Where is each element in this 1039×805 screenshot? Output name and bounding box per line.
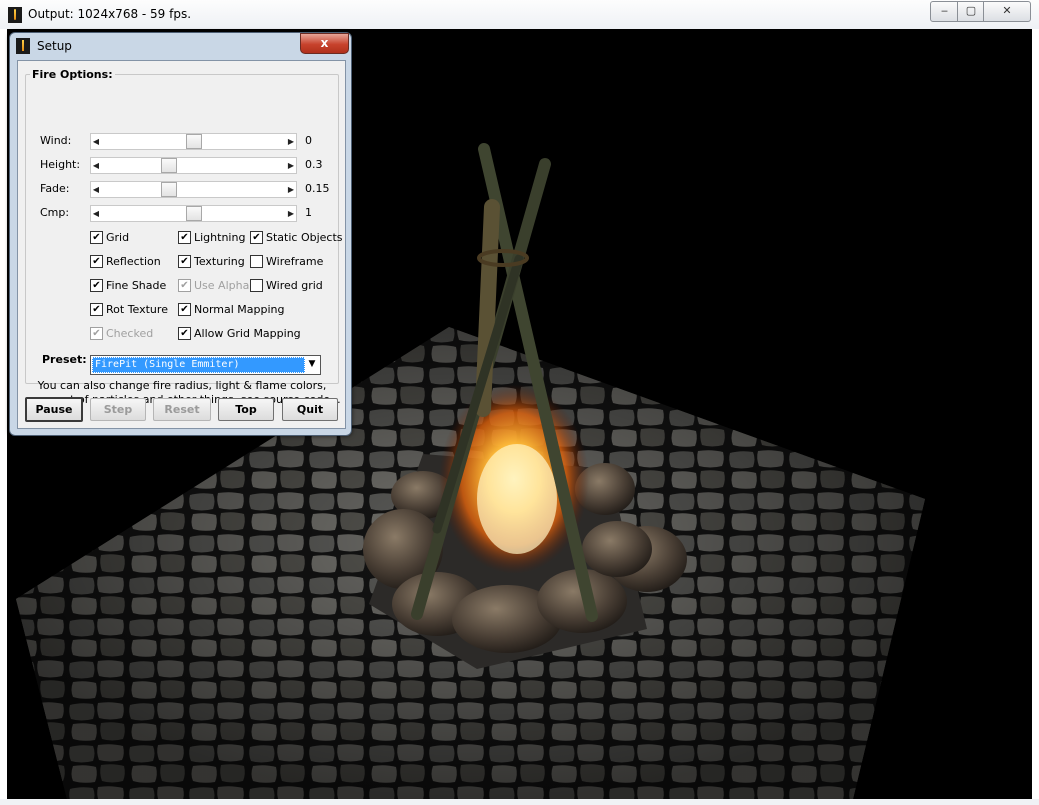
setup-dialog: Setup x Fire Options: Wind: ◀ ▶ 0 Height… bbox=[9, 32, 352, 436]
slider-left-arrow-icon[interactable]: ◀ bbox=[91, 206, 101, 221]
slider-thumb[interactable] bbox=[186, 206, 202, 221]
app-icon bbox=[8, 7, 22, 23]
slider-right-arrow-icon[interactable]: ▶ bbox=[286, 134, 296, 149]
height-label: Height: bbox=[40, 158, 81, 171]
checkmark-icon[interactable]: ✔ bbox=[90, 255, 103, 268]
top-button[interactable]: Top bbox=[218, 398, 274, 421]
fade-slider[interactable]: ◀ ▶ bbox=[90, 181, 297, 198]
cmp-value: 1 bbox=[305, 206, 312, 219]
fade-value: 0.15 bbox=[305, 182, 330, 195]
slider-track[interactable] bbox=[103, 134, 284, 149]
slider-left-arrow-icon[interactable]: ◀ bbox=[91, 134, 101, 149]
close-button[interactable]: ✕ bbox=[983, 1, 1031, 22]
checkmark-icon[interactable]: ✔ bbox=[178, 231, 191, 244]
window-title: Output: 1024x768 - 59 fps. bbox=[28, 7, 192, 21]
slider-thumb[interactable] bbox=[161, 158, 177, 173]
setup-client-area: Fire Options: Wind: ◀ ▶ 0 Height: ◀ ▶ 0.… bbox=[17, 60, 346, 429]
minimize-button[interactable]: ‒ bbox=[930, 1, 959, 22]
checkmark-icon[interactable]: ✔ bbox=[90, 327, 103, 340]
chevron-down-icon[interactable]: ▼ bbox=[305, 357, 319, 372]
slider-track[interactable] bbox=[103, 206, 284, 221]
reset-button[interactable]: Reset bbox=[153, 398, 211, 421]
cmp-label: Cmp: bbox=[40, 206, 70, 219]
checkmark-icon[interactable]: ✔ bbox=[250, 231, 263, 244]
fade-label: Fade: bbox=[40, 182, 70, 195]
wind-slider[interactable]: ◀ ▶ bbox=[90, 133, 297, 150]
checkmark-icon[interactable]: ✔ bbox=[178, 255, 191, 268]
setup-icon bbox=[16, 38, 30, 54]
maximize-icon: ▢ bbox=[965, 4, 977, 17]
title-bar: Output: 1024x768 - 59 fps. ‒ ▢ ✕ bbox=[0, 0, 1039, 29]
slider-thumb[interactable] bbox=[161, 182, 177, 197]
slider-right-arrow-icon[interactable]: ▶ bbox=[286, 206, 296, 221]
checkbox-icon[interactable] bbox=[250, 279, 263, 292]
checkbox-icon[interactable] bbox=[250, 255, 263, 268]
cmp-slider[interactable]: ◀ ▶ bbox=[90, 205, 297, 222]
checkmark-icon[interactable]: ✔ bbox=[178, 303, 191, 316]
slider-right-arrow-icon[interactable]: ▶ bbox=[286, 158, 296, 173]
slider-right-arrow-icon[interactable]: ▶ bbox=[286, 182, 296, 197]
setup-close-button[interactable]: x bbox=[300, 33, 349, 54]
preset-label: Preset: bbox=[42, 353, 87, 366]
step-button[interactable]: Step bbox=[90, 398, 146, 421]
height-value: 0.3 bbox=[305, 158, 323, 171]
height-slider[interactable]: ◀ ▶ bbox=[90, 157, 297, 174]
slider-left-arrow-icon[interactable]: ◀ bbox=[91, 182, 101, 197]
wind-label: Wind: bbox=[40, 134, 72, 147]
pause-button[interactable]: Pause bbox=[25, 397, 83, 422]
checkmark-icon[interactable]: ✔ bbox=[90, 279, 103, 292]
close-icon: ✕ bbox=[1002, 4, 1012, 17]
slider-left-arrow-icon[interactable]: ◀ bbox=[91, 158, 101, 173]
maximize-button[interactable]: ▢ bbox=[957, 1, 985, 22]
checkmark-icon[interactable]: ✔ bbox=[178, 327, 191, 340]
window-bottom-border bbox=[0, 799, 1039, 805]
setup-title: Setup bbox=[37, 39, 72, 53]
slider-track[interactable] bbox=[103, 182, 284, 197]
quit-button[interactable]: Quit bbox=[282, 398, 338, 421]
checkmark-icon[interactable]: ✔ bbox=[90, 231, 103, 244]
slider-track[interactable] bbox=[103, 158, 284, 173]
fire-options-label: Fire Options: bbox=[30, 68, 115, 81]
checkmark-icon[interactable]: ✔ bbox=[178, 279, 191, 292]
checkmark-icon[interactable]: ✔ bbox=[90, 303, 103, 316]
info-line-1: You can also change fire radius, light &… bbox=[37, 379, 327, 392]
close-icon: x bbox=[320, 36, 329, 50]
wind-value: 0 bbox=[305, 134, 312, 147]
slider-thumb[interactable] bbox=[186, 134, 202, 149]
preset-select[interactable]: FirePit (Single Emmiter) ▼ bbox=[90, 355, 321, 375]
preset-selected-value: FirePit (Single Emmiter) bbox=[92, 357, 305, 373]
minimize-icon: ‒ bbox=[941, 4, 948, 17]
